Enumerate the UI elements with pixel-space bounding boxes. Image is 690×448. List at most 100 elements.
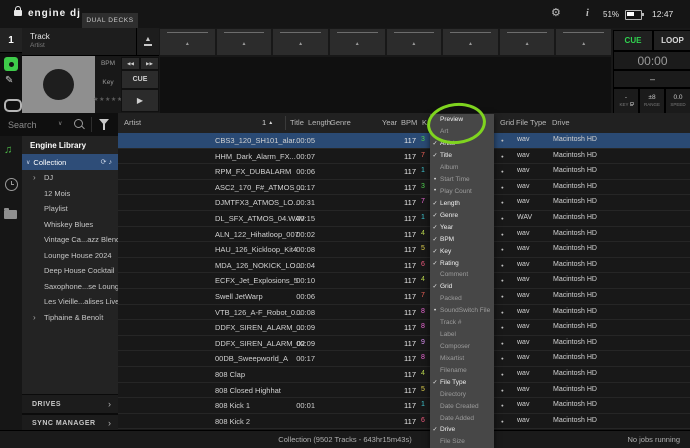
- collection-action-icons[interactable]: ⟳♪: [101, 158, 118, 166]
- menu-item[interactable]: File Size: [430, 436, 494, 448]
- hot-cue-pad-2[interactable]: ▲: [217, 29, 272, 55]
- cue-transport-button[interactable]: CUE: [121, 70, 159, 89]
- sidebar-item-collection[interactable]: ∨ Collection ⟳♪: [22, 154, 118, 170]
- track-row[interactable]: ASC2_170_F#_ATMOS_... 00:17 117 3 ● wav …: [118, 180, 690, 196]
- menu-item[interactable]: • Start Time: [430, 174, 494, 186]
- hot-cue-pad-5[interactable]: ▲: [387, 29, 442, 55]
- track-row[interactable]: 808 Closed Highhat 117 5 ● wav Macintosh…: [118, 383, 690, 399]
- loop-button[interactable]: LOOP: [653, 30, 690, 51]
- menu-item[interactable]: Label: [430, 329, 494, 341]
- header-grid[interactable]: Grid: [500, 118, 514, 127]
- hot-cue-pad-1[interactable]: ▲: [160, 29, 215, 55]
- menu-item[interactable]: Directory: [430, 388, 494, 400]
- sidebar-playlist-item[interactable]: Lounge House 2024: [22, 248, 118, 264]
- menu-item[interactable]: ✓ Title: [430, 150, 494, 162]
- menu-item[interactable]: • SoundSwitch File: [430, 305, 494, 317]
- music-library-icon[interactable]: ♫: [4, 144, 12, 156]
- track-row[interactable]: HAU_126_Kickloop_Kit4 00:08 117 5 ● wav …: [118, 242, 690, 258]
- track-row[interactable]: CBS3_120_SH101_alar.. 00:05 117 3 ● wav …: [118, 133, 690, 149]
- menu-item[interactable]: ✓ BPM: [430, 233, 494, 245]
- sort-indicator[interactable]: 1 ▲: [262, 118, 273, 127]
- hot-cue-pad-4[interactable]: ▲: [330, 29, 385, 55]
- sidebar-playlist-item[interactable]: Playlist: [22, 201, 118, 217]
- header-length[interactable]: Length: [308, 118, 331, 127]
- track-row[interactable]: ECFX_Jet_Explosions_5 00:10 117 4 ● wav …: [118, 273, 690, 289]
- key-lock-box[interactable]: - KEY: [613, 88, 639, 114]
- header-drive[interactable]: Drive: [552, 118, 570, 127]
- track-row[interactable]: VTB_126_A-F_Robot_0... 00:08 117 8 ● wav…: [118, 305, 690, 321]
- menu-item[interactable]: ✓ Genre: [430, 209, 494, 221]
- track-row[interactable]: 808 Kick 1 00:01 117 1 ● wav Macintosh H…: [118, 398, 690, 414]
- menu-item[interactable]: Filename: [430, 364, 494, 376]
- hot-cue-pad-8[interactable]: ▲: [556, 29, 611, 55]
- header-genre[interactable]: Genre: [330, 118, 351, 127]
- menu-item[interactable]: Date Added: [430, 412, 494, 424]
- tab-dual-decks[interactable]: DUAL DECKS: [82, 13, 138, 28]
- edit-pencil-icon[interactable]: ✎: [5, 75, 13, 86]
- header-file-type[interactable]: File Type: [516, 118, 546, 127]
- menu-item[interactable]: ✓ Rating: [430, 257, 494, 269]
- menu-item[interactable]: ✓ Length: [430, 197, 494, 209]
- track-info[interactable]: Track Artist: [22, 28, 137, 56]
- hot-cue-pad-6[interactable]: ▲: [443, 29, 498, 55]
- sidebar-playlist-item[interactable]: Vintage Ca...azz Blends: [22, 232, 118, 248]
- deck-number-badge[interactable]: 1: [0, 28, 22, 53]
- menu-item[interactable]: ✓ Key: [430, 245, 494, 257]
- menu-item[interactable]: Packed: [430, 293, 494, 305]
- sidebar-playlist-item[interactable]: Whiskey Blues: [22, 217, 118, 233]
- menu-item[interactable]: Track #: [430, 317, 494, 329]
- menu-item[interactable]: Comment: [430, 269, 494, 281]
- track-row[interactable]: Swell JetWarp 00:06 117 7 ● wav Macintos…: [118, 289, 690, 305]
- search-icon[interactable]: [74, 119, 83, 128]
- sidebar-playlist-item[interactable]: 12 Mois: [22, 186, 118, 202]
- track-row[interactable]: HHM_Dark_Alarm_FX... 00:07 117 7 ● wav M…: [118, 149, 690, 165]
- menu-item[interactable]: ✓ Grid: [430, 281, 494, 293]
- track-row[interactable]: DJMTFX3_ATMOS_LO... 00:31 117 7 ● wav Ma…: [118, 195, 690, 211]
- track-row[interactable]: DL_SFX_ATMOS_04.WAV 00:15 117 1 ● WAV Ma…: [118, 211, 690, 227]
- track-row[interactable]: DDFX_SIREN_ALARM_... 00:09 117 8 ● wav M…: [118, 320, 690, 336]
- track-row[interactable]: MDA_126_NOKICK_LO... 00:04 117 6 ● wav M…: [118, 258, 690, 274]
- sidebar-playlist-item[interactable]: › Tiphaine & Benoît: [22, 310, 118, 326]
- header-bpm[interactable]: BPM: [401, 118, 417, 127]
- track-row[interactable]: 00DB_Sweepworld_A 00:17 117 8 ● wav Maci…: [118, 351, 690, 367]
- info-icon[interactable]: i: [586, 8, 589, 19]
- skip-forward-button[interactable]: ▶▶: [140, 57, 159, 70]
- chevron-down-icon[interactable]: ∨: [58, 120, 62, 127]
- settings-gear-icon[interactable]: ⚙: [551, 7, 561, 20]
- header-title[interactable]: Title: [290, 118, 304, 127]
- track-row[interactable]: 808 Kick 2 117 6 ● wav Macintosh HD: [118, 414, 690, 430]
- play-button[interactable]: ▶: [121, 89, 159, 112]
- menu-item[interactable]: Date Created: [430, 400, 494, 412]
- speed-box[interactable]: 0.0 SPEED: [665, 88, 690, 114]
- menu-item[interactable]: Composer: [430, 341, 494, 353]
- track-row[interactable]: 808 Clap 117 4 ● wav Macintosh HD: [118, 367, 690, 383]
- cue-button[interactable]: CUE: [613, 30, 653, 51]
- sidebar-playlist-item[interactable]: Les Vieille...alises Live: [22, 294, 118, 310]
- history-clock-icon[interactable]: [5, 178, 18, 191]
- hot-cue-pad-7[interactable]: ▲: [500, 29, 555, 55]
- hot-cue-pad-3[interactable]: ▲: [273, 29, 328, 55]
- sidebar-playlist-item[interactable]: Deep House Cocktail: [22, 263, 118, 279]
- menu-item[interactable]: Album: [430, 162, 494, 174]
- loop-mode-icon[interactable]: [4, 99, 22, 112]
- track-row[interactable]: DDFX_SIREN_ALARM_02 00:09 117 9 ● wav Ma…: [118, 336, 690, 352]
- filter-funnel-icon[interactable]: [99, 119, 109, 125]
- sidebar-playlist-item[interactable]: › DJ: [22, 170, 118, 186]
- header-year[interactable]: Year: [382, 118, 397, 127]
- range-box[interactable]: ±8 RANGE: [639, 88, 665, 114]
- eject-button[interactable]: ▲: [137, 28, 159, 56]
- drives-section[interactable]: DRIVES ›: [22, 394, 118, 414]
- sidebar-playlist-item[interactable]: Saxophone...se Lounge: [22, 279, 118, 295]
- menu-item[interactable]: ✓ Year: [430, 221, 494, 233]
- hot-cue-mode-icon[interactable]: [4, 57, 18, 71]
- menu-item[interactable]: Mixartist: [430, 352, 494, 364]
- files-folder-icon[interactable]: [4, 210, 17, 219]
- track-row[interactable]: ALN_122_Hihatloop_007 00:02 117 4 ● wav …: [118, 227, 690, 243]
- track-row[interactable]: RPM_FX_DUBALARM 00:06 117 1 ● wav Macint…: [118, 164, 690, 180]
- header-artist[interactable]: Artist: [124, 118, 141, 127]
- menu-item[interactable]: ✓ File Type: [430, 376, 494, 388]
- skip-back-button[interactable]: ◀◀: [121, 57, 140, 70]
- search-input[interactable]: [6, 116, 58, 134]
- menu-item[interactable]: • Play Count: [430, 186, 494, 198]
- menu-item[interactable]: ✓ Drive: [430, 424, 494, 436]
